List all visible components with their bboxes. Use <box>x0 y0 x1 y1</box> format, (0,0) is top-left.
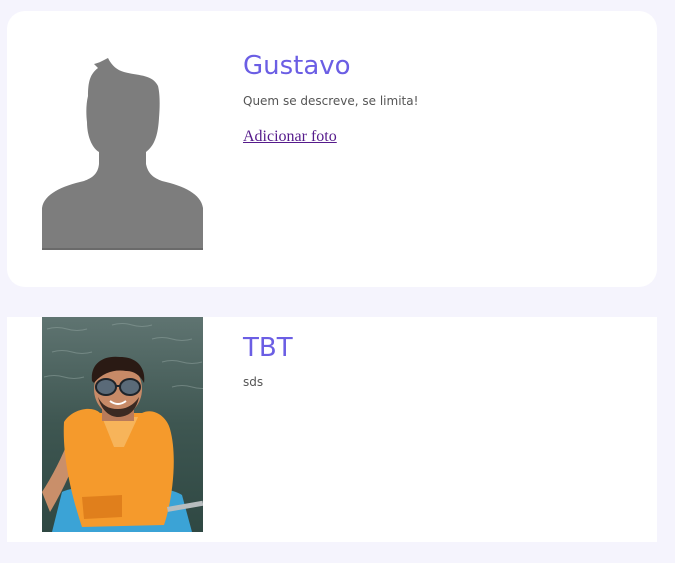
add-photo-link[interactable]: Adicionar foto <box>243 127 337 147</box>
profile-name: Gustavo <box>243 51 351 81</box>
post-photo[interactable] <box>42 317 203 532</box>
post-card: TBT sds <box>7 317 657 542</box>
post-title: TBT <box>243 333 293 363</box>
post-photo-image <box>42 317 203 532</box>
profile-avatar <box>42 56 203 250</box>
default-avatar-icon <box>42 56 203 250</box>
profile-card: Gustavo Quem se descreve, se limita! Adi… <box>7 11 657 287</box>
profile-bio: Quem se descreve, se limita! <box>243 94 419 108</box>
post-description: sds <box>243 375 264 389</box>
